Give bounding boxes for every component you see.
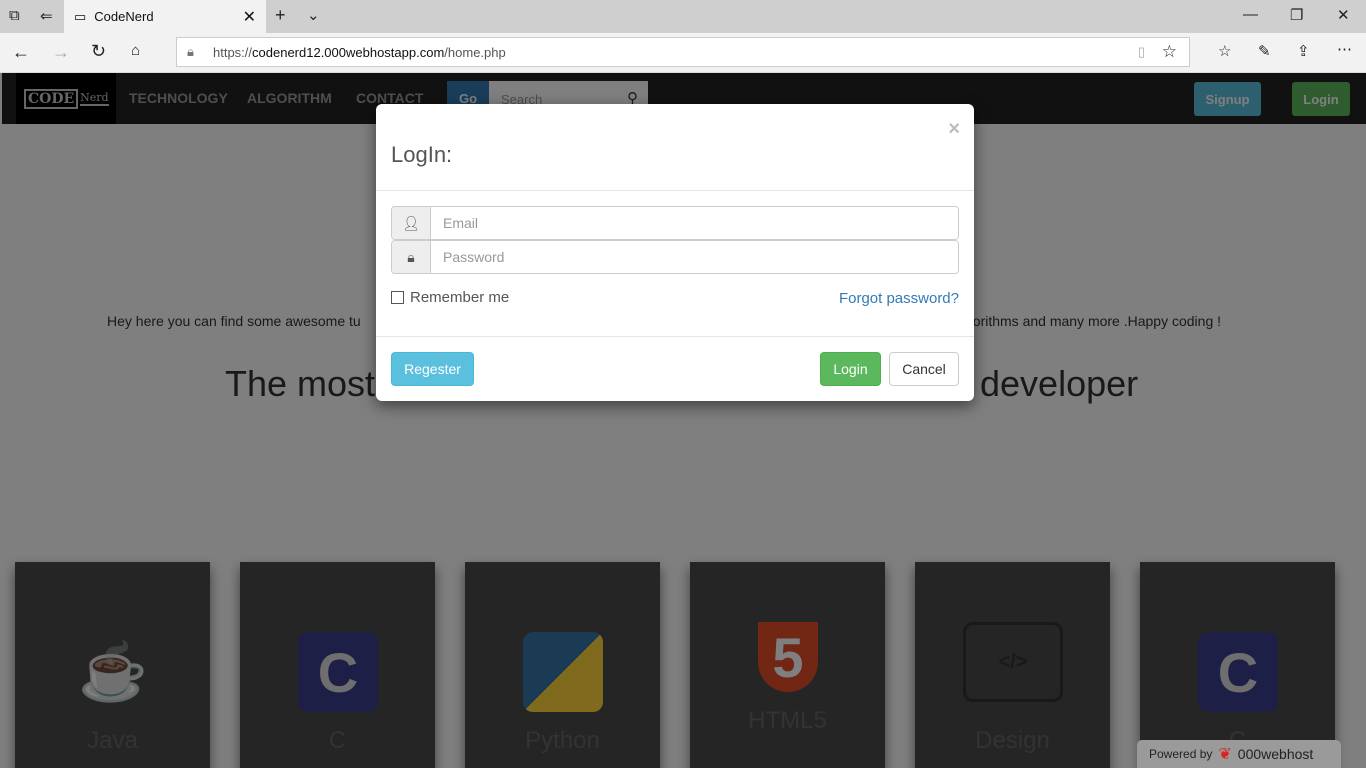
refresh-icon[interactable]: ↻ [91, 41, 106, 62]
restore-icon[interactable]: ❐ [1290, 6, 1303, 24]
password-group: 🔒︎ [391, 240, 959, 274]
minimize-icon[interactable]: — [1243, 6, 1258, 23]
browser-tab-bar: ⧉ ⇐ ▭ CodeNerd ✕ + ⌄ — ❐ ✕ [0, 0, 1366, 33]
modal-title: LogIn: [391, 142, 453, 167]
close-tab-icon[interactable]: ✕ [243, 7, 256, 27]
pen-icon[interactable]: ✎ [1258, 42, 1271, 60]
share-icon[interactable]: ⇪ [1297, 42, 1310, 60]
url-prefix: https:// [213, 44, 253, 60]
remember-me[interactable]: Remember me [391, 289, 509, 306]
email-group: 👤︎ [391, 206, 959, 240]
user-icon: 👤︎ [392, 207, 431, 239]
divider [376, 336, 974, 337]
brand-text: 000webhost [1237, 746, 1314, 762]
divider [376, 190, 974, 191]
address-bar[interactable]: 🔒︎ https://codenerd12.000webhostapp.com /… [176, 37, 1190, 67]
email-field[interactable] [431, 207, 958, 239]
password-field[interactable] [431, 241, 958, 273]
browser-tab[interactable]: ▭ CodeNerd ✕ [64, 0, 266, 33]
000webhost-logo-icon: ❦ [1218, 746, 1232, 763]
remember-label: Remember me [410, 289, 510, 306]
more-icon[interactable]: ⋯ [1337, 40, 1352, 58]
tab-title: CodeNerd [94, 9, 154, 24]
set-aside-tabs-icon[interactable]: ⇐ [40, 7, 53, 25]
tab-actions-icon[interactable]: ⧉ [9, 7, 20, 24]
favorite-star-icon[interactable]: ☆ [1162, 42, 1177, 62]
reading-view-icon[interactable]: ▯ [1138, 44, 1145, 60]
lock-icon: 🔒︎ [187, 44, 194, 59]
login-modal: × LogIn: 👤︎ 🔒︎ Remember me Forgot passwo… [376, 104, 974, 401]
chevron-down-icon[interactable]: ⌄ [307, 6, 320, 24]
lock-icon: 🔒︎ [392, 241, 431, 273]
address-row: ← → ↻ ⌂ 🔒︎ https://codenerd12.000webhost… [0, 33, 1366, 73]
url-domain: codenerd12.000webhostapp.com [252, 44, 445, 60]
page-icon: ▭ [74, 8, 87, 24]
forgot-password-link[interactable]: Forgot password? [839, 290, 959, 307]
forward-icon[interactable]: → [52, 42, 70, 63]
remember-checkbox[interactable] [391, 291, 404, 304]
favorites-icon[interactable]: ☆ [1218, 42, 1231, 60]
powered-by-badge[interactable]: Powered by ❦ 000webhost [1137, 740, 1341, 768]
close-window-icon[interactable]: ✕ [1337, 6, 1350, 24]
close-icon[interactable]: × [948, 118, 960, 141]
back-icon[interactable]: ← [12, 42, 30, 63]
cancel-button[interactable]: Cancel [889, 352, 959, 386]
register-button[interactable]: Regester [391, 352, 474, 386]
powered-by-text: Powered by [1149, 747, 1213, 761]
url-path: /home.php [444, 44, 506, 60]
modal-login-button[interactable]: Login [820, 352, 881, 386]
new-tab-icon[interactable]: + [275, 5, 286, 26]
home-icon[interactable]: ⌂ [131, 42, 140, 59]
